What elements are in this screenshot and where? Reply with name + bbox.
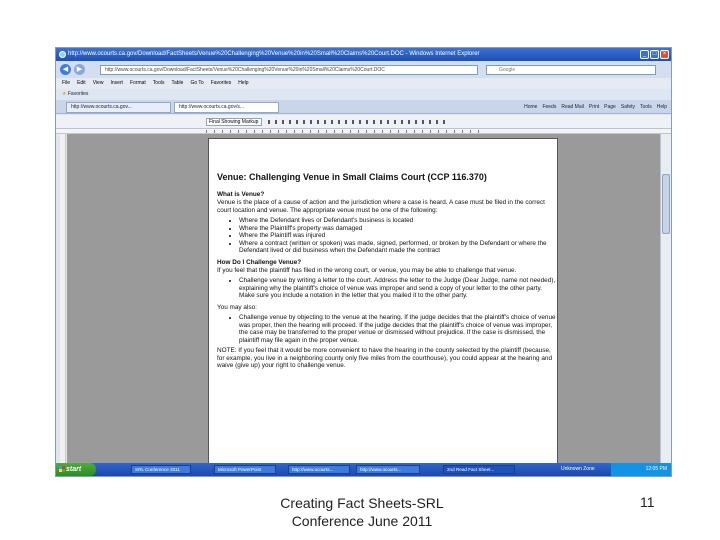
objection-list: Challenge venue by objecting to the venu…: [239, 314, 557, 344]
section-title-what-is-venue: What is Venue?: [217, 191, 265, 198]
list-item: Challenge venue by writing a letter to t…: [239, 277, 557, 300]
slide-page-number: 11: [640, 494, 655, 510]
forward-icon[interactable]: ▶: [74, 64, 85, 75]
taskbar-item[interactable]: http://www.ocourts...: [356, 465, 420, 474]
system-tray-clock: 12:05 PM: [611, 463, 671, 476]
zone-indicator: Unknown Zone: [561, 466, 595, 472]
section-body: You may also:: [217, 303, 257, 311]
window-title-bar: http://www.ocourts.ca.gov/Download/FactS…: [56, 48, 671, 61]
screenshot-frame: http://www.ocourts.ca.gov/Download/FactS…: [55, 47, 672, 477]
taskbar-item[interactable]: SRL Conference 2011: [131, 465, 191, 474]
taskbar: start SRL Conference 2011 Microsoft Powe…: [56, 463, 671, 476]
window-controls: _ □ ×: [640, 50, 669, 59]
search-input[interactable]: Google: [486, 65, 656, 75]
print-button[interactable]: Print: [589, 103, 599, 112]
page-menu[interactable]: Page: [604, 103, 616, 112]
venue-list: Where the Defendant lives or Defendant's…: [239, 217, 557, 255]
start-button[interactable]: start: [56, 463, 96, 476]
menu-view[interactable]: View: [93, 78, 104, 89]
slide-footer-caption: Creating Fact Sheets-SRL Conference June…: [280, 495, 444, 529]
scrollbar-thumb[interactable]: [662, 174, 670, 234]
section-body: Venue is the place of a cause of action …: [217, 199, 545, 214]
minimize-button[interactable]: _: [640, 50, 649, 59]
taskbar-item[interactable]: Microsoft PowerPoint: [214, 465, 276, 474]
address-bar[interactable]: http://www.ocourts.ca.gov/Download/FactS…: [100, 65, 478, 75]
command-bar: Home Feeds Read Mail Print Page Safety T…: [524, 103, 667, 112]
help-menu[interactable]: Help: [657, 103, 667, 112]
markup-display-select[interactable]: Final Showing Markup: [206, 118, 262, 126]
address-row: ◀ ▶ http://www.ocourts.ca.gov/Download/F…: [56, 61, 671, 78]
section-title-how-to-challenge: How Do I Challenge Venue?: [217, 258, 302, 266]
list-item: Where a contract (written or spoken) was…: [239, 240, 557, 255]
list-item: Where the Plaintiff was injured: [239, 232, 557, 240]
tab-1[interactable]: http://www.ocourts.ca.gov...: [66, 102, 171, 113]
toolbar-icons[interactable]: [268, 120, 448, 124]
windows-flag-icon: [59, 466, 65, 472]
menu-favorites[interactable]: Favorites: [211, 78, 232, 89]
safety-menu[interactable]: Safety: [621, 103, 635, 112]
menu-help[interactable]: Help: [238, 78, 248, 89]
menu-format[interactable]: Format: [130, 78, 146, 89]
list-item: Where the Plaintiff's property was damag…: [239, 225, 557, 233]
note-paragraph: NOTE: If you feel that it would be more …: [217, 347, 552, 369]
maximize-button[interactable]: □: [650, 50, 659, 59]
document-toolbar: Final Showing Markup: [56, 115, 671, 129]
tools-menu[interactable]: Tools: [640, 103, 652, 112]
favorites-bar: ★ Favorites: [56, 89, 671, 100]
favorites-button[interactable]: Favorites: [68, 91, 89, 97]
internet-explorer-icon: [59, 51, 66, 58]
section-body: If you feel that the plaintiff has filed…: [217, 266, 517, 274]
menu-bar: File Edit View Insert Format Tools Table…: [56, 78, 671, 89]
document-heading: Venue: Challenging Venue in Small Claims…: [217, 172, 487, 182]
vertical-scrollbar[interactable]: [660, 134, 671, 464]
vertical-ruler: [60, 134, 66, 464]
close-button[interactable]: ×: [660, 50, 669, 59]
taskbar-item-active[interactable]: 2nd Read Fact Sheet...: [443, 465, 515, 474]
read-mail-button[interactable]: Read Mail: [561, 103, 584, 112]
list-item: Where the Defendant lives or Defendant's…: [239, 217, 557, 225]
document-page: Venue: Challenging Venue in Small Claims…: [208, 138, 558, 474]
start-label: start: [66, 466, 82, 473]
star-icon[interactable]: ★: [62, 91, 66, 97]
taskbar-item[interactable]: http://www.ocourts...: [288, 465, 350, 474]
home-button[interactable]: Home: [524, 103, 537, 112]
tab-2[interactable]: http://www.ocourts.ca.gov/s...: [174, 102, 279, 113]
menu-insert[interactable]: Insert: [110, 78, 123, 89]
back-icon[interactable]: ◀: [60, 64, 71, 75]
list-item: Challenge venue by objecting to the venu…: [239, 314, 557, 344]
window-title: http://www.ocourts.ca.gov/Download/FactS…: [68, 51, 480, 57]
menu-edit[interactable]: Edit: [77, 78, 86, 89]
menu-table[interactable]: Table: [171, 78, 183, 89]
challenge-list: Challenge venue by writing a letter to t…: [239, 277, 557, 300]
feeds-button[interactable]: Feeds: [542, 103, 556, 112]
tab-bar: http://www.ocourts.ca.gov... http://www.…: [56, 100, 671, 114]
menu-file[interactable]: File: [62, 78, 70, 89]
menu-tools[interactable]: Tools: [153, 78, 165, 89]
menu-goto[interactable]: Go To: [190, 78, 203, 89]
